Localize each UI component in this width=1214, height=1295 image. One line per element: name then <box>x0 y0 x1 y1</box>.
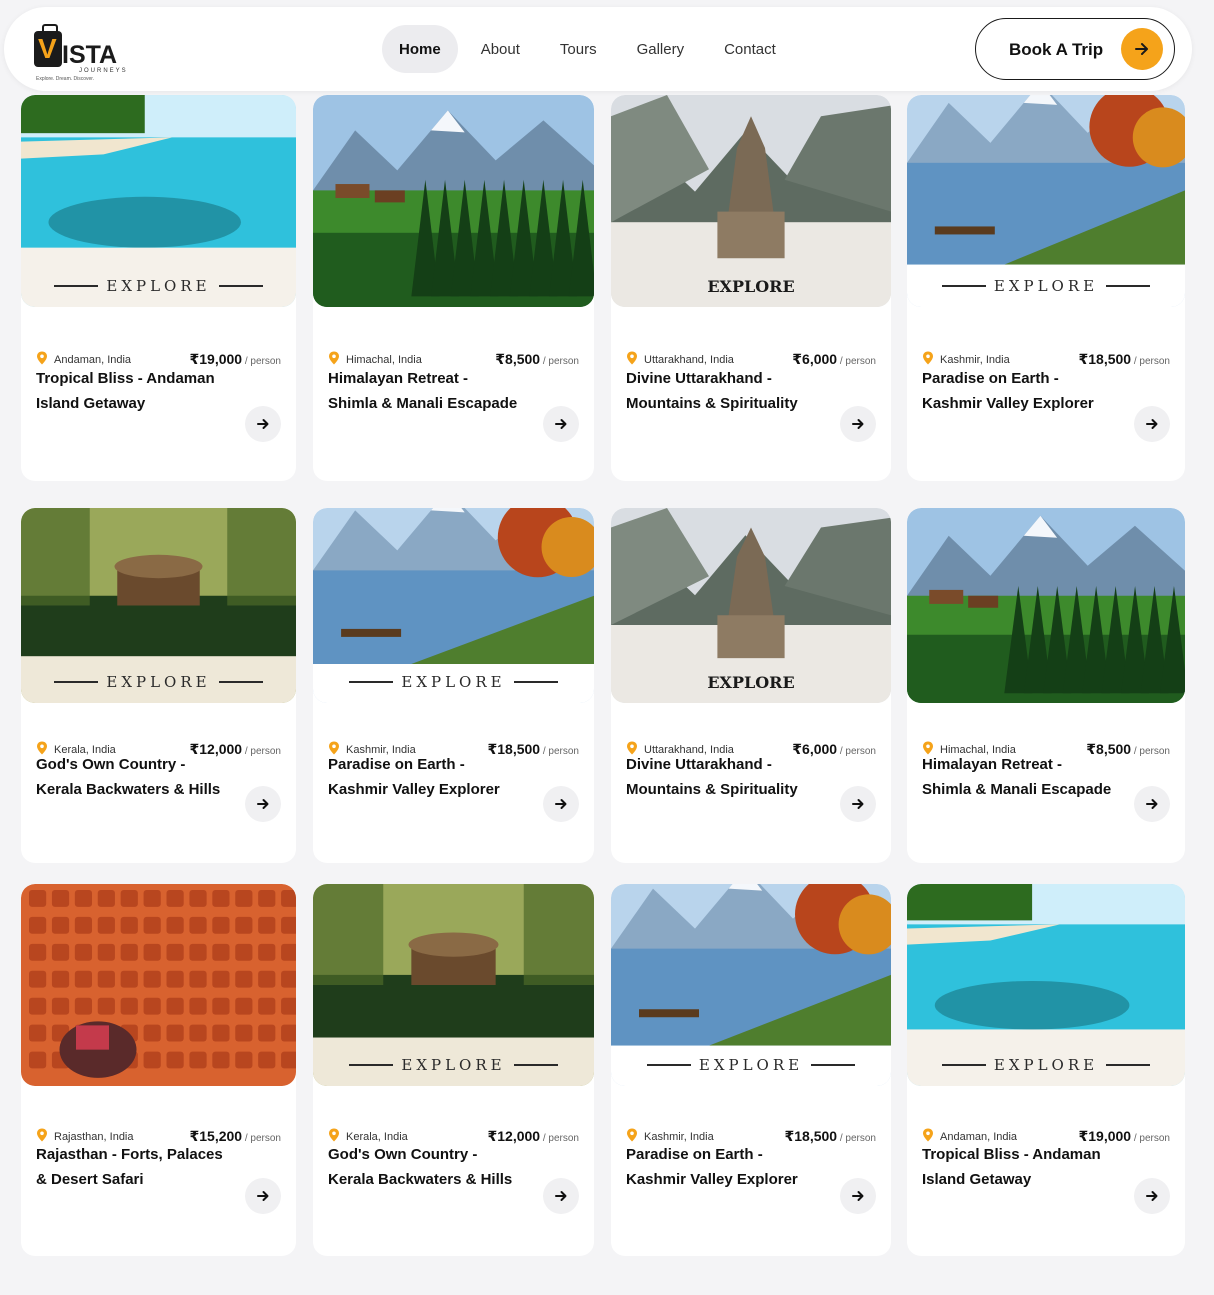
tour-image[interactable] <box>907 508 1185 703</box>
tour-card[interactable]: EXPLORE Andaman, India ₹19,000 / person Tro… <box>21 95 296 481</box>
tour-card[interactable]: Himachal, India ₹8,500 / person Himalayan … <box>907 508 1185 863</box>
arrow-right-icon[interactable] <box>543 1178 579 1214</box>
tour-title[interactable]: Paradise on Earth - Kashmir Valley Explo… <box>328 752 518 802</box>
nav-gallery[interactable]: Gallery <box>620 25 702 73</box>
arrow-right-icon[interactable] <box>840 1178 876 1214</box>
explore-label: EXPLORE <box>21 673 296 691</box>
tour-card[interactable]: EXPLORE Kerala, India ₹12,000 / person God'… <box>21 508 296 863</box>
book-a-trip-button[interactable]: Book A Trip <box>975 18 1175 80</box>
tour-card[interactable]: EXPLORE Uttarakhand, India ₹6,000 / person… <box>611 95 891 481</box>
tour-title[interactable]: Rajasthan - Forts, Palaces & Desert Safa… <box>36 1142 226 1192</box>
explore-label: EXPLORE <box>313 673 594 691</box>
arrow-right-icon[interactable] <box>840 406 876 442</box>
explore-label: EXPLORE <box>707 673 795 692</box>
tour-title[interactable]: Tropical Bliss - Andaman Island Getaway <box>922 1142 1112 1192</box>
explore-label: EXPLORE <box>907 1056 1185 1074</box>
tour-image[interactable] <box>21 884 296 1086</box>
tour-title[interactable]: Paradise on Earth - Kashmir Valley Explo… <box>922 366 1112 416</box>
tour-card[interactable]: Himachal, India ₹8,500 / person Himalayan … <box>313 95 594 481</box>
tour-image[interactable] <box>313 95 594 307</box>
vista-journeys-logo[interactable]: V ISTA JOURNEYS Explore. Dream. Discover… <box>34 23 134 82</box>
nav-tours[interactable]: Tours <box>543 25 614 73</box>
arrow-right-icon[interactable] <box>245 786 281 822</box>
book-a-trip-label: Book A Trip <box>1009 40 1104 59</box>
explore-label: EXPLORE <box>707 277 795 296</box>
nav-contact[interactable]: Contact <box>707 25 793 73</box>
explore-label: EXPLORE <box>313 1056 594 1074</box>
tour-title[interactable]: Himalayan Retreat - Shimla & Manali Esca… <box>328 366 518 416</box>
tour-card[interactable]: Rajasthan, India ₹15,200 / person Rajastha… <box>21 884 296 1256</box>
nav-links: Home About Tours Gallery Contact <box>382 25 793 73</box>
explore-label: EXPLORE <box>611 1056 891 1074</box>
tour-card[interactable]: EXPLORE Kashmir, India ₹18,500 / person Par… <box>907 95 1185 481</box>
arrow-right-icon[interactable] <box>1134 406 1170 442</box>
arrow-right-icon[interactable] <box>1134 1178 1170 1214</box>
tour-image[interactable]: EXPLORE <box>313 508 594 703</box>
brand-sub: JOURNEYS <box>79 68 128 74</box>
arrow-right-icon <box>1121 28 1163 70</box>
tour-title[interactable]: Divine Uttarakhand - Mountains & Spiritu… <box>626 366 816 416</box>
arrow-right-icon[interactable] <box>840 786 876 822</box>
tour-title[interactable]: Paradise on Earth - Kashmir Valley Explo… <box>626 1142 816 1192</box>
arrow-right-icon[interactable] <box>245 406 281 442</box>
tour-title[interactable]: God's Own Country - Kerala Backwaters & … <box>36 752 226 802</box>
arrow-right-icon[interactable] <box>543 406 579 442</box>
tour-title[interactable]: Divine Uttarakhand - Mountains & Spiritu… <box>626 752 816 802</box>
tour-image[interactable]: EXPLORE <box>907 95 1185 307</box>
nav-home[interactable]: Home <box>382 25 458 73</box>
tour-image[interactable]: EXPLORE <box>611 508 891 703</box>
arrow-right-icon[interactable] <box>1134 786 1170 822</box>
tour-card[interactable]: EXPLORE Kashmir, India ₹18,500 / person Par… <box>313 508 594 863</box>
tour-card[interactable]: EXPLORE Uttarakhand, India ₹6,000 / person… <box>611 508 891 863</box>
brand-tagline: Explore. Dream. Discover. <box>36 76 95 82</box>
explore-label: EXPLORE <box>21 277 296 295</box>
tour-image[interactable]: EXPLORE <box>21 508 296 703</box>
tour-image[interactable]: EXPLORE <box>611 884 891 1086</box>
arrow-right-icon[interactable] <box>245 1178 281 1214</box>
tour-image[interactable]: EXPLORE <box>611 95 891 307</box>
top-navbar: V ISTA JOURNEYS Explore. Dream. Discover… <box>4 7 1192 91</box>
nav-about[interactable]: About <box>464 25 537 73</box>
arrow-right-icon[interactable] <box>543 786 579 822</box>
tour-title[interactable]: Himalayan Retreat - Shimla & Manali Esca… <box>922 752 1112 802</box>
tour-title[interactable]: God's Own Country - Kerala Backwaters & … <box>328 1142 518 1192</box>
tour-image[interactable]: EXPLORE <box>313 884 594 1086</box>
tour-card[interactable]: EXPLORE Andaman, India ₹19,000 / person Tro… <box>907 884 1185 1256</box>
tour-image[interactable]: EXPLORE <box>21 95 296 307</box>
explore-label: EXPLORE <box>907 277 1185 295</box>
tour-card[interactable]: EXPLORE Kerala, India ₹12,000 / person God'… <box>313 884 594 1256</box>
brand-name: ISTA <box>62 41 118 69</box>
tour-card[interactable]: EXPLORE Kashmir, India ₹18,500 / person Par… <box>611 884 891 1256</box>
tour-title[interactable]: Tropical Bliss - Andaman Island Getaway <box>36 366 226 416</box>
tour-image[interactable]: EXPLORE <box>907 884 1185 1086</box>
